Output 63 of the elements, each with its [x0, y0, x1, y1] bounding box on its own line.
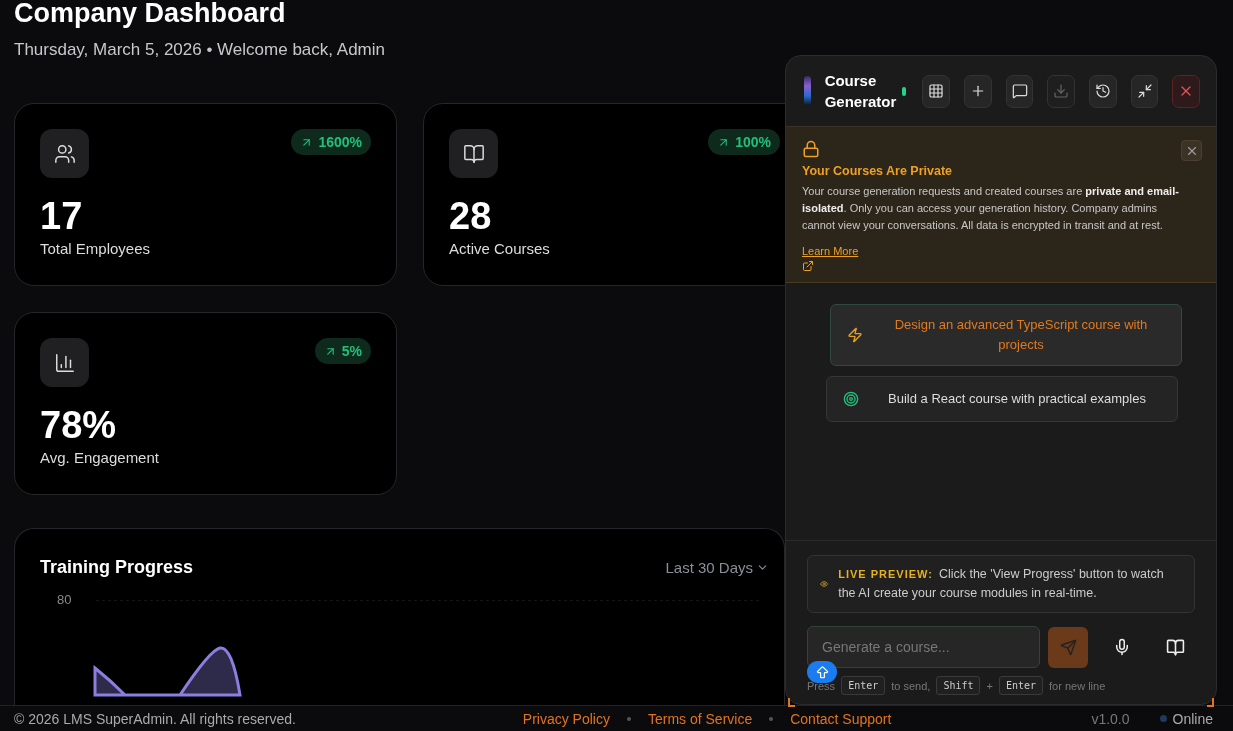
resize-corner-icon[interactable] [788, 698, 796, 708]
book-icon [1165, 637, 1185, 657]
footer-link[interactable]: Terms of Service [647, 710, 753, 727]
change-badge: 5% [314, 338, 371, 364]
hint-text: + [986, 679, 993, 692]
grid-icon [928, 83, 945, 99]
banner-title: Your Courses Are Private [802, 164, 953, 178]
status-text: Online [1172, 710, 1213, 727]
footer-link[interactable]: Privacy Policy [522, 710, 610, 727]
footer-link[interactable]: Contact Support [790, 710, 892, 727]
minimize-icon [1136, 83, 1153, 99]
book-icon [449, 129, 498, 178]
status-dot [1159, 715, 1167, 722]
course-input-field[interactable]: Generate a course... [807, 626, 1041, 668]
key-label: Enter [998, 676, 1044, 695]
chart-title: Training Progress [40, 557, 194, 578]
bar-chart-icon [40, 338, 89, 387]
page-subtitle: Thursday, March 5, 2026 • Welcome back, Admin [14, 40, 385, 60]
download-icon [1053, 83, 1070, 99]
stat-value: 78% [40, 405, 117, 445]
copyright-text: © 2026 LMS SuperAdmin. All rights reserved. [14, 710, 296, 727]
toolbar-button[interactable] [964, 74, 992, 108]
toolbar-button[interactable] [1089, 74, 1117, 108]
separator-dot [769, 716, 774, 721]
stat-value: 28 [449, 196, 492, 236]
banner-text: Your course generation requests and created courses are private and email-isolated. Only you can access your generation history. Company admins cannot view your conversations. All data is encrypted in transit and at rest. [802, 184, 1180, 233]
hint-text: for new line [1049, 679, 1106, 692]
suggestion-card[interactable]: Design an advanced TypeScript course with projects [830, 304, 1182, 366]
arrow-up-icon [814, 664, 830, 680]
stat-label: Active Courses [449, 240, 550, 257]
close-banner-button[interactable] [1181, 140, 1202, 161]
key-label: Enter [841, 676, 886, 695]
toolbar-button[interactable] [1130, 74, 1159, 108]
stat-value: 17 [40, 196, 83, 236]
toolbar-button[interactable] [922, 74, 951, 108]
chat-icon [1011, 83, 1028, 99]
separator-dot [626, 716, 631, 721]
lightning-icon [847, 327, 863, 343]
panel-title: Course Generator [824, 71, 897, 112]
target-icon [843, 391, 859, 407]
history-icon [1094, 83, 1111, 99]
send-icon [1059, 638, 1077, 656]
page-title: Company Dashboard [14, 0, 286, 26]
suggestion-card[interactable]: Build a React course with practical examples [826, 376, 1178, 422]
logo-image [804, 76, 811, 106]
external-link-icon[interactable] [802, 260, 814, 272]
axis-label: 80 [57, 592, 72, 607]
key-label: Shift [936, 676, 981, 695]
hint-text: to send, [891, 679, 931, 692]
scroll-up-button[interactable] [807, 661, 837, 683]
learn-more-link[interactable]: Learn More [802, 245, 859, 257]
change-badge: 1600% [291, 129, 371, 155]
resize-corner-icon[interactable] [1206, 698, 1214, 708]
live-preview-text: LIVE PREVIEW: Click the 'View Progress' button to watch the AI create your course modules in real-time. [838, 566, 1165, 602]
stat-label: Total Employees [40, 240, 151, 257]
lock-icon [802, 140, 820, 158]
change-badge: 100% [708, 129, 780, 155]
stat-label: Avg. Engagement [40, 449, 159, 466]
toolbar-button[interactable] [1005, 74, 1034, 108]
users-icon [40, 129, 89, 178]
version-text: v1.0.0 [1091, 710, 1130, 727]
hint-text: Press [807, 679, 836, 692]
period-dropdown[interactable]: Last 30 Days [665, 559, 769, 576]
